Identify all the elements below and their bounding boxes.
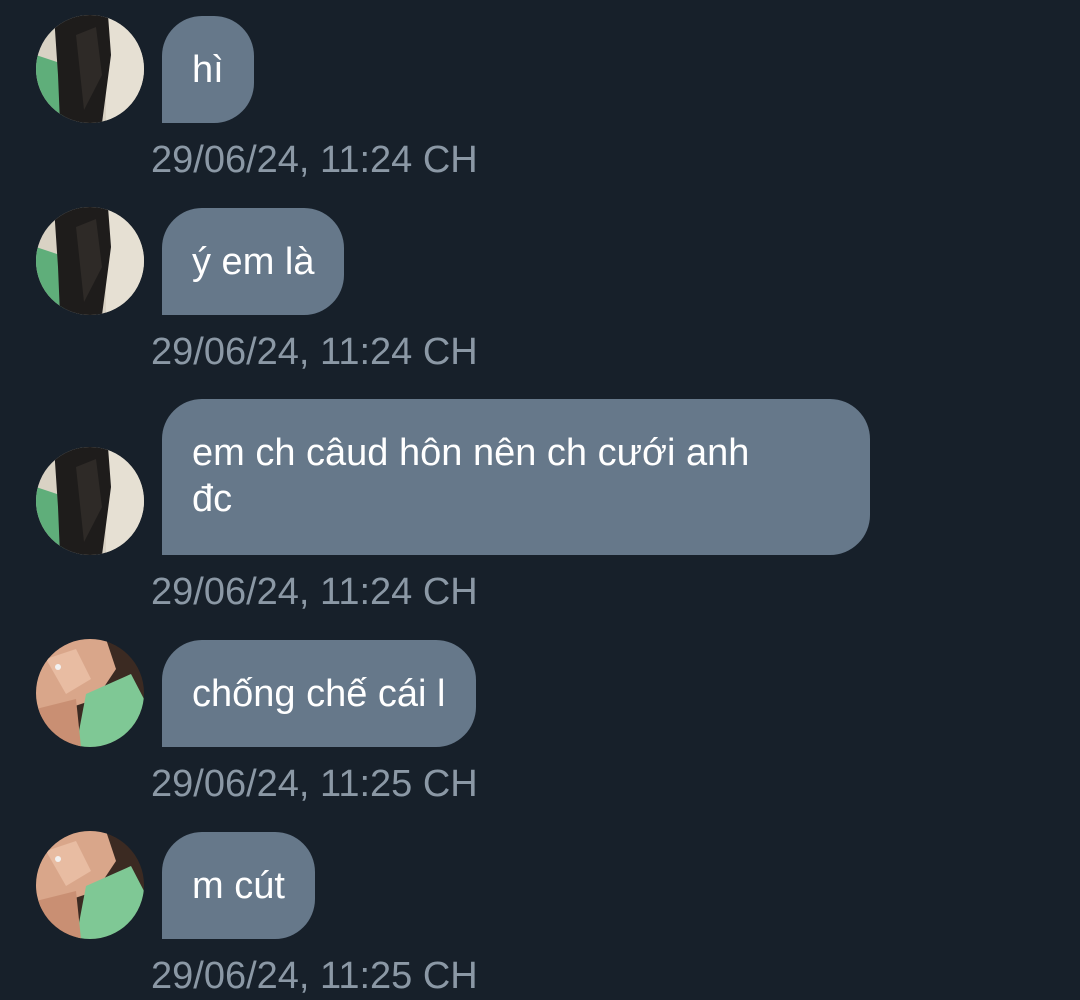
message-timestamp: 29/06/24, 11:24 CH (151, 571, 478, 613)
avatar-green-shirt-icon (36, 639, 144, 747)
message-timestamp: 29/06/24, 11:25 CH (151, 763, 478, 805)
chat-thread: hì 29/06/24, 11:24 CH ý em là 29/06/24, … (0, 0, 1080, 1000)
message-timestamp: 29/06/24, 11:24 CH (151, 331, 478, 373)
message-bubble[interactable]: hì (162, 16, 254, 123)
message-timestamp: 29/06/24, 11:24 CH (151, 139, 478, 181)
avatar-dark-outfit-icon (36, 447, 144, 555)
message-bubble[interactable]: chống chế cái l (162, 640, 476, 747)
message-timestamp: 29/06/24, 11:25 CH (151, 955, 478, 997)
avatar[interactable] (36, 639, 144, 747)
avatar[interactable] (36, 15, 144, 123)
message-bubble[interactable]: m cút (162, 832, 315, 939)
avatar-dark-outfit-icon (36, 207, 144, 315)
message-bubble[interactable]: em ch câud hôn nên ch cưới anh đc (162, 399, 870, 555)
avatar[interactable] (36, 447, 144, 555)
avatar-dark-outfit-icon (36, 15, 144, 123)
avatar[interactable] (36, 207, 144, 315)
avatar[interactable] (36, 831, 144, 939)
message-bubble[interactable]: ý em là (162, 208, 345, 315)
avatar-green-shirt-icon (36, 831, 144, 939)
